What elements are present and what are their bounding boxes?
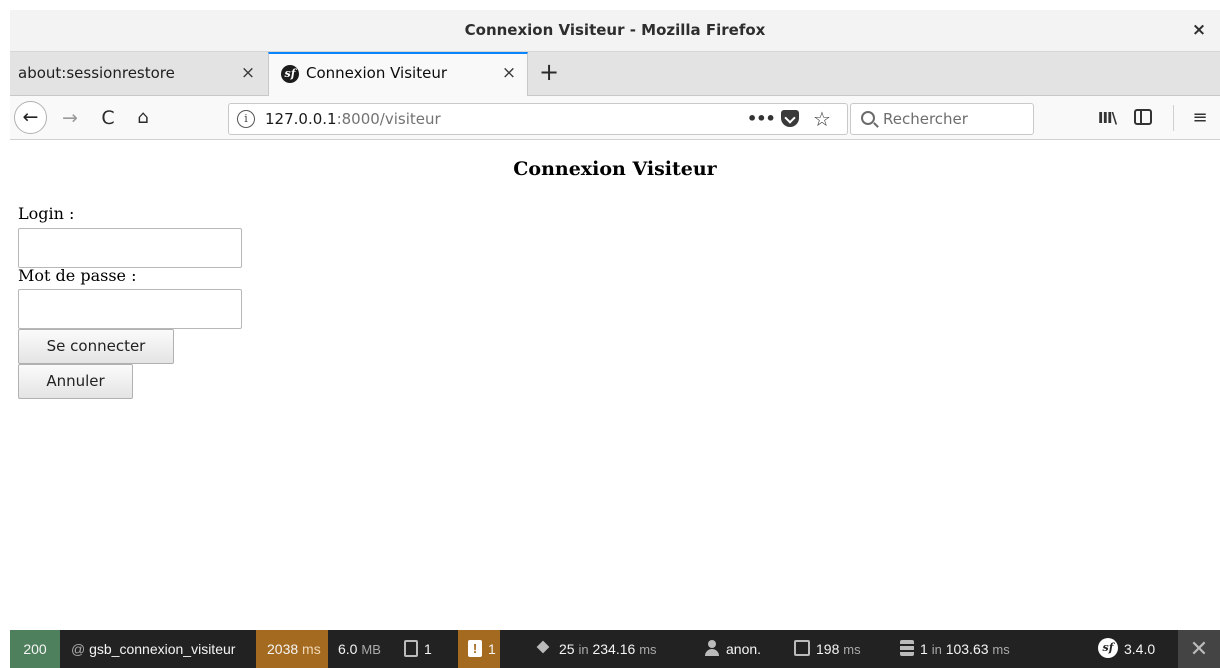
pocket-icon[interactable] — [781, 110, 799, 127]
info-icon[interactable]: i — [237, 110, 255, 128]
memory-unit: MB — [361, 642, 381, 657]
search-icon — [861, 111, 875, 125]
bookmark-star-icon[interactable]: ☆ — [809, 105, 835, 133]
layers-icon — [535, 641, 553, 655]
route-name: gsb_connexion_visiteur — [89, 641, 236, 657]
status-code-badge[interactable]: 200 — [10, 630, 60, 668]
user-item[interactable]: anon. — [704, 630, 794, 668]
time-value: 2038 — [267, 641, 299, 657]
forward-button[interactable]: → — [58, 105, 82, 131]
page-content: Connexion Visiteur Login : Mot de passe … — [10, 140, 1220, 620]
tab-label: Connexion Visiteur — [306, 64, 447, 82]
window-title: Connexion Visiteur - Mozilla Firefox — [464, 21, 766, 39]
db-time: 103.63 — [945, 641, 989, 657]
sidebar-icon[interactable] — [1134, 109, 1152, 125]
window-close-button[interactable]: × — [1188, 18, 1210, 42]
server-icon — [900, 640, 914, 657]
login-label: Login : — [18, 204, 75, 223]
db-item[interactable]: 1 in 103.63 ms — [900, 630, 1040, 668]
route-item[interactable]: @ gsb_connexion_visiteur — [60, 630, 256, 668]
browser-window: Connexion Visiteur - Mozilla Firefox × a… — [10, 10, 1220, 668]
doctrine-item[interactable]: 25 in 234.16 ms — [535, 630, 705, 668]
new-tab-button[interactable]: + — [537, 58, 561, 86]
symfony-favicon-icon: sf — [281, 65, 299, 83]
toolbar-close-button[interactable]: ✕ — [1178, 630, 1220, 668]
url-path: :8000/visiteur — [336, 110, 441, 128]
window-titlebar: Connexion Visiteur - Mozilla Firefox × — [10, 10, 1220, 52]
memory-value: 6.0 — [338, 641, 358, 657]
tab-close-icon[interactable]: × — [238, 61, 258, 85]
password-field[interactable] — [18, 289, 242, 329]
search-placeholder: Rechercher — [883, 110, 968, 128]
url-bar[interactable]: i 127.0.0.1:8000/visiteur ••• ☆ — [228, 103, 848, 135]
login-field[interactable] — [18, 228, 242, 268]
route-prefix: @ — [71, 641, 86, 657]
symfony-version-item[interactable]: sf 3.4.0 — [1098, 630, 1178, 668]
symfony-icon: sf — [1098, 638, 1118, 659]
login-submit-button[interactable]: Se connecter — [18, 329, 174, 364]
navigation-toolbar: ← → C ⌂ i 127.0.0.1:8000/visiteur ••• ☆ … — [10, 96, 1220, 140]
doctrine-count: 25 — [559, 641, 575, 657]
logs-count: 1 — [424, 641, 432, 657]
reload-button[interactable]: C — [96, 105, 120, 131]
toolbar-divider — [1173, 105, 1174, 131]
warnings-item[interactable]: ! 1 — [458, 630, 500, 668]
db-unit: ms — [992, 642, 1010, 657]
tab-connexion-visiteur[interactable]: sf Connexion Visiteur × — [268, 52, 528, 97]
symfony-version: 3.4.0 — [1124, 641, 1156, 657]
template-icon — [794, 640, 810, 657]
page-actions-icon[interactable]: ••• — [747, 106, 776, 132]
memory-item[interactable]: 6.0 MB — [328, 630, 394, 668]
tab-sessionrestore[interactable]: about:sessionrestore × — [10, 52, 268, 96]
home-button[interactable]: ⌂ — [130, 105, 156, 131]
user-name: anon. — [726, 641, 762, 657]
time-item[interactable]: 2038 ms — [256, 630, 328, 668]
exclamation-icon: ! — [468, 639, 482, 657]
twig-item[interactable]: 198 ms — [794, 630, 894, 668]
cancel-button[interactable]: Annuler — [18, 364, 133, 399]
search-input[interactable]: Rechercher — [850, 103, 1034, 135]
back-button[interactable]: ← — [14, 101, 47, 134]
clipboard-icon — [404, 639, 418, 657]
logs-item[interactable]: 1 — [396, 630, 458, 668]
time-unit: ms — [302, 641, 321, 657]
tab-strip: about:sessionrestore × sf Connexion Visi… — [10, 52, 1220, 97]
doctrine-time: 234.16 — [592, 641, 636, 657]
url-text[interactable]: 127.0.0.1:8000/visiteur — [265, 110, 441, 128]
library-icon[interactable]: III\ — [1096, 107, 1118, 129]
warnings-count: 1 — [488, 641, 496, 657]
symfony-debug-toolbar: 200 @ gsb_connexion_visiteur 2038 ms 6.0… — [10, 630, 1220, 668]
db-count: 1 — [920, 641, 928, 657]
twig-time: 198 — [816, 641, 840, 657]
db-in: in — [931, 642, 942, 657]
user-icon — [704, 640, 720, 657]
twig-unit: ms — [843, 642, 861, 657]
doctrine-unit: ms — [639, 642, 657, 657]
doctrine-in: in — [578, 642, 589, 657]
page-title: Connexion Visiteur — [513, 158, 717, 180]
tab-close-icon[interactable]: × — [499, 61, 519, 85]
password-label: Mot de passe : — [18, 266, 137, 285]
url-host: 127.0.0.1 — [265, 110, 337, 128]
tab-label: about:sessionrestore — [18, 64, 175, 82]
menu-icon[interactable]: ≡ — [1188, 105, 1212, 131]
